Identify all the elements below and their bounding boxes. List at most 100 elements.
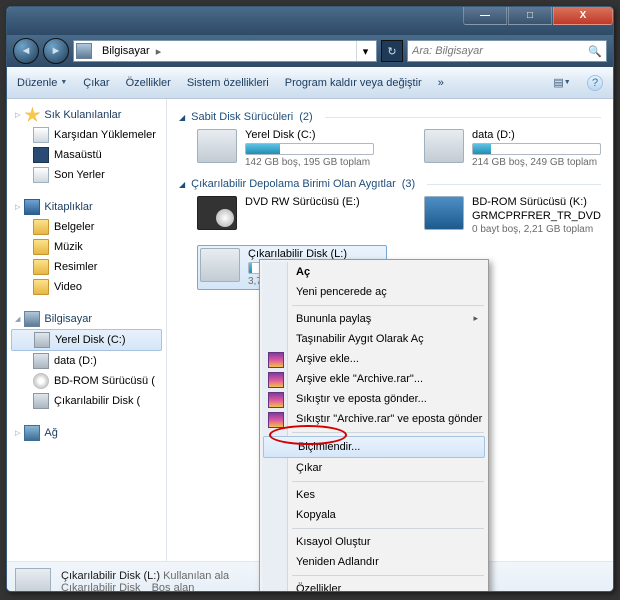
drive-dvd[interactable]: DVD RW Sürücüsü (E:) xyxy=(197,196,374,235)
view-button[interactable]: ▤▼ xyxy=(553,74,571,92)
folder-icon xyxy=(33,219,49,235)
nav-row: ◄ ► Bilgisayar ▸ ▾ ↻ 🔍 xyxy=(7,35,613,67)
rar-icon xyxy=(268,372,284,388)
computer-icon xyxy=(76,43,92,59)
star-icon xyxy=(24,107,40,123)
removable-icon xyxy=(33,393,49,409)
drive-sub: 214 GB boş, 249 GB toplam xyxy=(472,157,601,168)
category-hdd[interactable]: ◢Sabit Disk Sürücüleri (2) xyxy=(179,111,601,123)
back-button[interactable]: ◄ xyxy=(13,38,39,64)
drive-label: GRMCPRFRER_TR_DVD xyxy=(472,210,601,222)
recent-icon xyxy=(33,167,49,183)
ctx-archive-add-named[interactable]: Arşive ekle "Archive.rar"... xyxy=(262,369,486,389)
search-box[interactable]: 🔍 xyxy=(407,40,607,62)
toolbar-organize[interactable]: Düzenle▼ xyxy=(17,77,67,89)
ctx-share[interactable]: Bununla paylaş xyxy=(262,309,486,329)
sidebar-item-music[interactable]: Müzik xyxy=(7,237,166,257)
search-icon: 🔍 xyxy=(588,45,602,58)
refresh-button[interactable]: ↻ xyxy=(381,40,403,62)
ctx-cut[interactable]: Kes xyxy=(262,485,486,505)
ctx-portable[interactable]: Taşınabilir Aygıt Olarak Aç xyxy=(262,329,486,349)
toolbar-more[interactable]: » xyxy=(438,77,444,89)
status-icon xyxy=(15,568,51,593)
toolbar: Düzenle▼ Çıkar Özellikler Sistem özellik… xyxy=(7,67,613,99)
minimize-button[interactable]: — xyxy=(463,7,507,25)
sidebar-item-pictures[interactable]: Resimler xyxy=(7,257,166,277)
toolbar-properties[interactable]: Özellikler xyxy=(126,77,171,89)
network-icon xyxy=(24,425,40,441)
drive-name: data (D:) xyxy=(472,129,601,141)
address-dropdown[interactable]: ▾ xyxy=(356,41,374,61)
sidebar-item-bdrom[interactable]: BD-ROM Sürücüsü ( xyxy=(7,371,166,391)
computer-icon xyxy=(24,311,40,327)
sidebar-computer-header[interactable]: ◢Bilgisayar xyxy=(7,309,166,329)
bd-icon xyxy=(424,196,464,230)
library-icon xyxy=(24,199,40,215)
sidebar-item-removable[interactable]: Çıkarılabilir Disk ( xyxy=(7,391,166,411)
rar-icon xyxy=(268,392,284,408)
drive-name: BD-ROM Sürücüsü (K:) xyxy=(472,196,601,208)
ctx-compress-email-named[interactable]: Sıkıştır "Archive.rar" ve eposta gönder xyxy=(262,409,486,429)
titlebar: — □ X xyxy=(7,7,613,35)
ctx-open[interactable]: Aç xyxy=(262,262,486,282)
folder-icon xyxy=(33,239,49,255)
sidebar-item-recent[interactable]: Son Yerler xyxy=(7,165,166,185)
breadcrumb-sep[interactable]: ▸ xyxy=(156,45,162,58)
ctx-new-window[interactable]: Yeni pencerede aç xyxy=(262,282,486,302)
drive-bdrom[interactable]: BD-ROM Sürücüsü (K:) GRMCPRFRER_TR_DVD 0… xyxy=(424,196,601,235)
sidebar-libraries-header[interactable]: ▷Kitaplıklar xyxy=(7,197,166,217)
usage-bar xyxy=(472,143,601,155)
sidebar: ▷Sık Kulanılanlar Karşıdan Yüklemeler Ma… xyxy=(7,99,167,561)
removable-icon xyxy=(200,248,240,282)
ctx-shortcut[interactable]: Kısayol Oluştur xyxy=(262,532,486,552)
rar-icon xyxy=(268,352,284,368)
usage-bar xyxy=(245,143,374,155)
ctx-format[interactable]: Biçimlendir... xyxy=(263,436,485,458)
toolbar-eject[interactable]: Çıkar xyxy=(83,77,109,89)
rar-icon xyxy=(268,412,284,428)
ctx-compress-email[interactable]: Sıkıştır ve eposta gönder... xyxy=(262,389,486,409)
sidebar-item-videos[interactable]: Video xyxy=(7,277,166,297)
sidebar-network-header[interactable]: ▷Ağ xyxy=(7,423,166,443)
drive-name: Yerel Disk (C:) xyxy=(245,129,374,141)
drive-icon xyxy=(424,129,464,163)
drive-sub: 142 GB boş, 195 GB toplam xyxy=(245,157,374,168)
sidebar-item-documents[interactable]: Belgeler xyxy=(7,217,166,237)
toolbar-system[interactable]: Sistem özellikleri xyxy=(187,77,269,89)
download-icon xyxy=(33,127,49,143)
drive-c[interactable]: Yerel Disk (C:) 142 GB boş, 195 GB topla… xyxy=(197,129,374,168)
address-bar[interactable]: Bilgisayar ▸ ▾ xyxy=(73,40,377,62)
dvd-icon xyxy=(197,196,237,230)
drive-icon xyxy=(33,353,49,369)
status-name: Çıkarılabilir Disk (L:) Kullanılan ala xyxy=(61,570,229,582)
close-button[interactable]: X xyxy=(553,7,613,25)
ctx-properties[interactable]: Özellikler xyxy=(262,579,486,592)
status-type: Çıkarılabilir Disk Boş alan xyxy=(61,582,229,593)
context-menu: Aç Yeni pencerede aç Bununla paylaş Taşı… xyxy=(259,259,489,592)
sidebar-favorites-header[interactable]: ▷Sık Kulanılanlar xyxy=(7,105,166,125)
search-input[interactable] xyxy=(412,45,588,57)
breadcrumb-root[interactable]: Bilgisayar xyxy=(96,43,156,59)
forward-button[interactable]: ► xyxy=(43,38,69,64)
folder-icon xyxy=(33,279,49,295)
toolbar-programs[interactable]: Program kaldır veya değiştir xyxy=(285,77,422,89)
folder-icon xyxy=(33,259,49,275)
sidebar-item-drive-c[interactable]: Yerel Disk (C:) xyxy=(11,329,162,351)
drive-icon xyxy=(197,129,237,163)
ctx-archive-add[interactable]: Arşive ekle... xyxy=(262,349,486,369)
sidebar-item-downloads[interactable]: Karşıdan Yüklemeler xyxy=(7,125,166,145)
drive-name: DVD RW Sürücüsü (E:) xyxy=(245,196,374,208)
ctx-eject[interactable]: Çıkar xyxy=(262,458,486,478)
help-button[interactable]: ? xyxy=(587,75,603,91)
drive-sub: 0 bayt boş, 2,21 GB toplam xyxy=(472,224,601,235)
drive-icon xyxy=(34,332,50,348)
desktop-icon xyxy=(33,147,49,163)
maximize-button[interactable]: □ xyxy=(508,7,552,25)
sidebar-item-desktop[interactable]: Masaüstü xyxy=(7,145,166,165)
drive-d[interactable]: data (D:) 214 GB boş, 249 GB toplam xyxy=(424,129,601,168)
sidebar-item-drive-d[interactable]: data (D:) xyxy=(7,351,166,371)
ctx-copy[interactable]: Kopyala xyxy=(262,505,486,525)
ctx-rename[interactable]: Yeniden Adlandır xyxy=(262,552,486,572)
category-removable[interactable]: ◢Çıkarılabilir Depolama Birimi Olan Aygı… xyxy=(179,178,601,190)
disc-icon xyxy=(33,373,49,389)
